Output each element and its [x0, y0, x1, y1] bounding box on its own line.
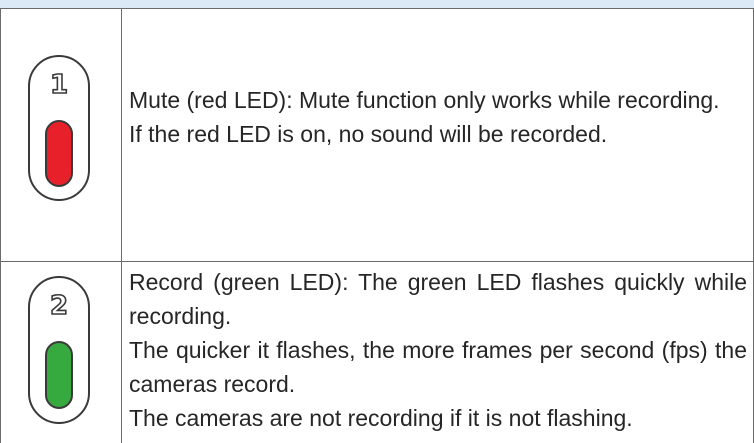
mute-led-illustration: 1 — [28, 55, 90, 201]
table-row: 2 Record (green LED): The green LED flas… — [1, 262, 753, 443]
description-line: The cameras are not recording if it is n… — [129, 405, 633, 431]
icon-cell: 1 — [1, 9, 122, 261]
description-line: If the red LED is on, no sound will be r… — [129, 121, 608, 147]
icon-cell: 2 — [1, 262, 122, 443]
description-cell: Mute (red LED): Mute function only works… — [123, 9, 753, 261]
description-line: The quicker it flashes, the more frames … — [129, 337, 747, 397]
table-row: 1 Mute (red LED): Mute function only wor… — [1, 9, 753, 262]
indicator-number: 2 — [49, 291, 69, 321]
description-cell: Record (green LED): The green LED flashe… — [123, 262, 753, 443]
table-header-band — [0, 0, 754, 9]
red-led-icon — [45, 120, 73, 187]
green-led-icon — [45, 341, 73, 409]
record-led-illustration: 2 — [28, 276, 90, 424]
description-line: Record (green LED): The green LED flashe… — [129, 269, 747, 329]
led-indicator-table: 1 Mute (red LED): Mute function only wor… — [0, 9, 754, 443]
indicator-number: 1 — [49, 70, 69, 100]
description-line: Mute (red LED): Mute function only works… — [129, 87, 720, 113]
